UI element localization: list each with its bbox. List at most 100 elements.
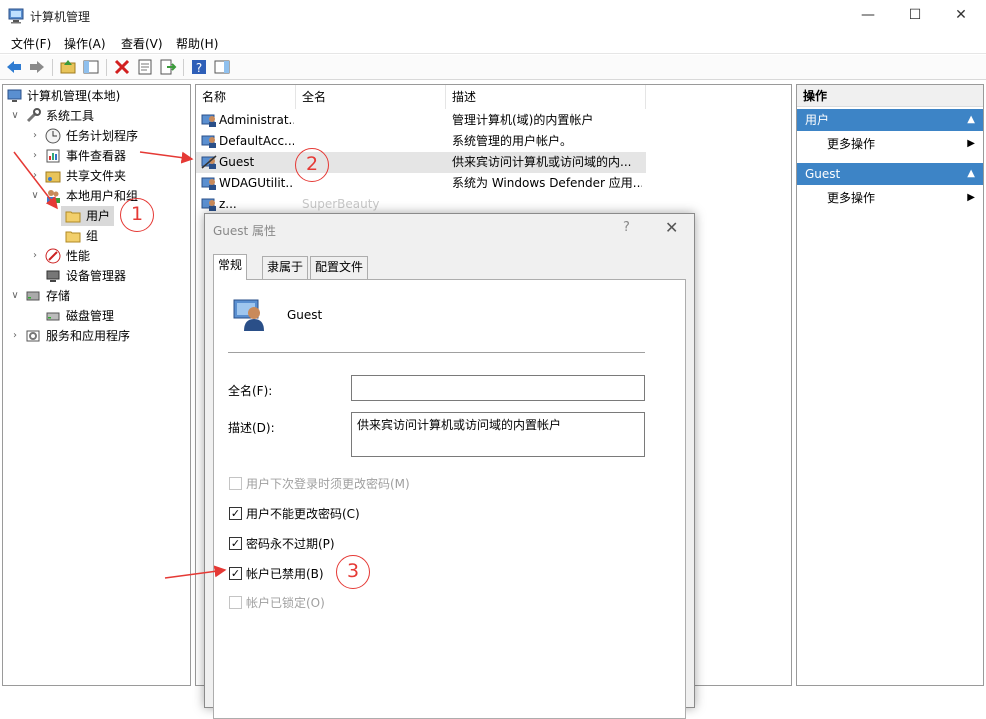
tree-item-event-viewer[interactable]: › 事件查看器 bbox=[5, 146, 185, 166]
more-actions-users[interactable]: 更多操作 ▶ bbox=[797, 133, 983, 155]
properties-icon[interactable] bbox=[135, 58, 155, 78]
description-label: 描述(D): bbox=[228, 421, 275, 435]
checkbox-box[interactable]: ✓ bbox=[229, 537, 242, 550]
tree-item-services-apps[interactable]: › 服务和应用程序 bbox=[5, 326, 185, 346]
tab-member-of[interactable]: 隶属于 bbox=[262, 256, 309, 279]
actions-header: 操作 bbox=[797, 85, 983, 107]
annotation-circle-2: 2 bbox=[295, 148, 329, 182]
checkbox-box[interactable] bbox=[229, 477, 242, 490]
separator bbox=[228, 352, 645, 353]
title-bar: 计算机管理 — ☐ ✕ bbox=[0, 0, 986, 32]
performance-icon bbox=[45, 248, 61, 264]
close-icon[interactable]: ✕ bbox=[938, 0, 984, 32]
folder-icon bbox=[65, 228, 81, 244]
checkbox-box[interactable] bbox=[229, 596, 242, 609]
chevron-right-icon[interactable]: › bbox=[9, 326, 21, 346]
tree-item-system-tools[interactable]: ∨ 系统工具 bbox=[5, 106, 185, 126]
fullname-label: 全名(F): bbox=[228, 384, 273, 398]
description-field[interactable]: 供来宾访问计算机或访问域的内置帐户 bbox=[351, 412, 645, 457]
more-actions-guest[interactable]: 更多操作 ▶ bbox=[797, 187, 983, 209]
tree-item-local-users-groups[interactable]: ∨ 本地用户和组 bbox=[5, 186, 185, 206]
minimize-icon[interactable]: — bbox=[845, 0, 891, 32]
users-group-icon bbox=[45, 188, 61, 204]
tree-item-device-manager[interactable]: 设备管理器 bbox=[5, 266, 185, 286]
toolbar: ? bbox=[0, 55, 986, 80]
tree-item-storage[interactable]: ∨ 存储 bbox=[5, 286, 185, 306]
annotation-circle-1: 1 bbox=[120, 198, 154, 232]
column-header-description[interactable]: 描述 bbox=[446, 85, 646, 109]
help-icon[interactable]: ? bbox=[189, 58, 209, 78]
fullname-field[interactable] bbox=[351, 375, 645, 401]
tree-item-shared-folders[interactable]: › 共享文件夹 bbox=[5, 166, 185, 186]
table-row[interactable]: DefaultAcc... 系统管理的用户帐户。 bbox=[196, 131, 646, 152]
disabled-user-icon bbox=[201, 154, 217, 170]
maximize-icon[interactable]: ☐ bbox=[892, 0, 938, 32]
up-folder-icon[interactable] bbox=[58, 58, 78, 78]
chevron-right-icon[interactable]: › bbox=[29, 246, 41, 266]
tree-item-disk-management[interactable]: 磁盘管理 bbox=[5, 306, 185, 326]
toolbar-separator bbox=[106, 59, 107, 76]
menu-file[interactable]: 文件(F) bbox=[11, 35, 51, 52]
event-viewer-icon bbox=[45, 148, 61, 164]
checkbox-box[interactable]: ✓ bbox=[229, 567, 242, 580]
chevron-right-icon[interactable]: › bbox=[29, 126, 41, 146]
menu-bar: 文件(F) 操作(A) 查看(V) 帮助(H) bbox=[0, 32, 986, 54]
tree-item-root[interactable]: 计算机管理(本地) bbox=[5, 86, 185, 106]
dialog-title: Guest 属性 bbox=[213, 224, 277, 238]
table-row[interactable]: WDAGUtilit... 系统为 Windows Defender 应用... bbox=[196, 173, 646, 194]
menu-action[interactable]: 操作(A) bbox=[64, 35, 106, 52]
actions-pane: 操作 用户 ▲ 更多操作 ▶ Guest ▲ 更多操作 ▶ bbox=[796, 84, 984, 686]
chevron-down-icon[interactable]: ∨ bbox=[29, 186, 41, 206]
chevron-down-icon[interactable]: ∨ bbox=[9, 286, 21, 306]
export-icon[interactable] bbox=[158, 58, 178, 78]
actions-section-guest[interactable]: Guest ▲ bbox=[797, 163, 983, 185]
delete-icon[interactable] bbox=[112, 58, 132, 78]
chevron-right-icon[interactable]: › bbox=[29, 146, 41, 166]
tree-item-users[interactable]: 用户 bbox=[61, 206, 114, 226]
tree-item-groups[interactable]: 组 bbox=[61, 226, 114, 246]
clock-icon bbox=[45, 128, 61, 144]
tab-profile[interactable]: 配置文件 bbox=[310, 256, 369, 279]
user-icon bbox=[201, 196, 217, 212]
table-row[interactable]: Administrat... 管理计算机(域)的内置帐户 bbox=[196, 110, 646, 131]
back-icon[interactable] bbox=[4, 58, 24, 78]
tools-icon bbox=[25, 108, 41, 124]
collapse-icon[interactable]: ▲ bbox=[967, 109, 975, 131]
guest-properties-dialog: Guest 属性 ? ✕ 常规 隶属于 配置文件 Guest 全名(F): 描述… bbox=[204, 213, 695, 719]
user-icon bbox=[201, 133, 217, 149]
chevron-down-icon[interactable]: ∨ bbox=[9, 106, 21, 126]
computer-management-icon bbox=[8, 8, 26, 24]
menu-view[interactable]: 查看(V) bbox=[121, 35, 163, 52]
device-manager-icon bbox=[45, 268, 61, 284]
menu-help[interactable]: 帮助(H) bbox=[176, 35, 218, 52]
svg-text:?: ? bbox=[196, 61, 202, 75]
annotation-circle-3: 3 bbox=[336, 555, 370, 589]
chevron-right-icon[interactable]: › bbox=[29, 166, 41, 186]
table-row[interactable]: z... SuperBeauty bbox=[196, 194, 646, 215]
dialog-close-button[interactable]: ✕ bbox=[665, 218, 678, 237]
window-title: 计算机管理 bbox=[30, 10, 91, 24]
disk-icon bbox=[45, 308, 61, 324]
user-avatar-icon bbox=[232, 297, 268, 334]
checkbox-box[interactable]: ✓ bbox=[229, 507, 242, 520]
collapse-icon[interactable]: ▲ bbox=[967, 163, 975, 185]
toolbar-separator bbox=[52, 59, 53, 76]
actions-section-users[interactable]: 用户 ▲ bbox=[797, 109, 983, 131]
services-icon bbox=[25, 328, 41, 344]
forward-icon[interactable] bbox=[27, 58, 47, 78]
user-name-label: Guest bbox=[287, 308, 323, 322]
table-row-selected[interactable]: Guest 供来宾访问计算机或访问域的内... bbox=[196, 152, 646, 173]
show-tree-icon[interactable] bbox=[81, 58, 101, 78]
column-header-fullname[interactable]: 全名 bbox=[296, 85, 446, 109]
tree-item-performance[interactable]: › 性能 bbox=[5, 246, 185, 266]
tree-item-task-scheduler[interactable]: › 任务计划程序 bbox=[5, 126, 185, 146]
submenu-arrow-icon: ▶ bbox=[967, 138, 975, 149]
user-icon bbox=[201, 175, 217, 191]
tab-general[interactable]: 常规 bbox=[213, 254, 248, 280]
storage-icon bbox=[25, 288, 41, 304]
shared-folder-icon bbox=[45, 168, 61, 184]
console-tree: 计算机管理(本地) ∨ 系统工具 › 任务计划程序 › 事件查看器 › 共享文件… bbox=[2, 84, 191, 686]
column-header-name[interactable]: 名称 bbox=[196, 85, 296, 109]
help-button[interactable]: ? bbox=[623, 220, 630, 235]
action-pane-icon[interactable] bbox=[212, 58, 232, 78]
